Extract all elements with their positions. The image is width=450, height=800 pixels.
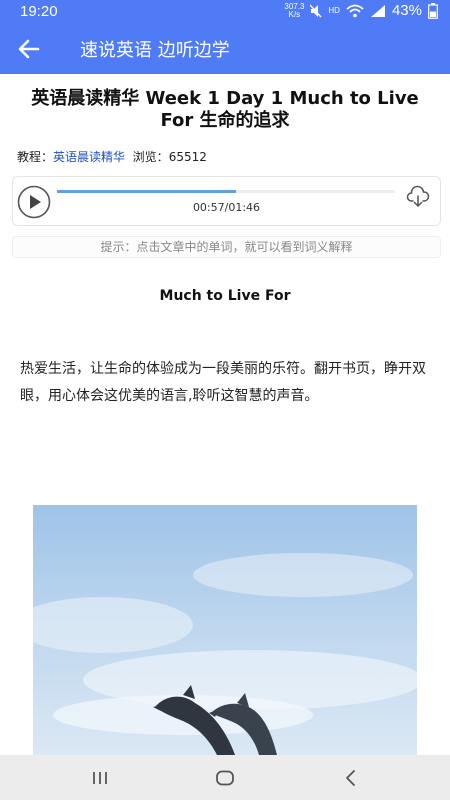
course-label: 教程： (17, 150, 54, 164)
dolphins-image (33, 505, 417, 755)
network-speed: 307.3 K/s (284, 2, 304, 19)
cloud-download-icon[interactable] (406, 185, 430, 209)
dolphins-illustration (33, 505, 417, 755)
app-bar-title: 速说英语 边听边学 (80, 40, 230, 61)
views-count: 65512 (168, 150, 207, 164)
recent-apps-icon[interactable] (88, 766, 112, 790)
progress-track[interactable] (57, 190, 395, 193)
time-display: 00:57/01:46 (192, 201, 261, 214)
views-label: 浏览： (132, 150, 169, 164)
hint-banner: 提示：点击文章中的单词，就可以看到词义解释 (12, 236, 441, 258)
battery-icon (428, 2, 438, 19)
course-link[interactable]: 英语晨读精华 (53, 150, 125, 164)
system-nav-bar (0, 755, 450, 800)
mute-icon (310, 4, 322, 17)
article-intro: 热爱生活，让生命的体验成为一段美丽的乐符。翻开书页，睁开双眼，用心体会这优美的语… (20, 361, 426, 404)
network-speed-unit: K/s (288, 9, 301, 19)
hd-badge: HD (328, 6, 340, 15)
battery-percent: 43% (391, 2, 422, 19)
article-subtitle: Much to Live For (159, 288, 291, 304)
article-title: 英语晨读精华 Week 1 Day 1 Much to Live For 生命的… (31, 88, 419, 131)
audio-player: 00:57/01:46 (12, 176, 441, 226)
nav-back-icon[interactable] (339, 766, 363, 790)
article-meta: 教程：英语晨读精华 浏览：65512 (17, 148, 207, 165)
app-bar: 速说英语 边听边学 (0, 24, 450, 74)
status-icons: 307.3 K/s HD 43% (284, 2, 438, 19)
status-bar: 19:20 307.3 K/s HD 43% (0, 0, 450, 24)
signal-icon (370, 4, 385, 17)
back-arrow-icon[interactable] (16, 36, 42, 62)
home-icon[interactable] (213, 766, 237, 790)
wifi-icon (346, 4, 364, 17)
status-time: 19:20 (20, 3, 58, 20)
progress-fill (57, 190, 237, 193)
